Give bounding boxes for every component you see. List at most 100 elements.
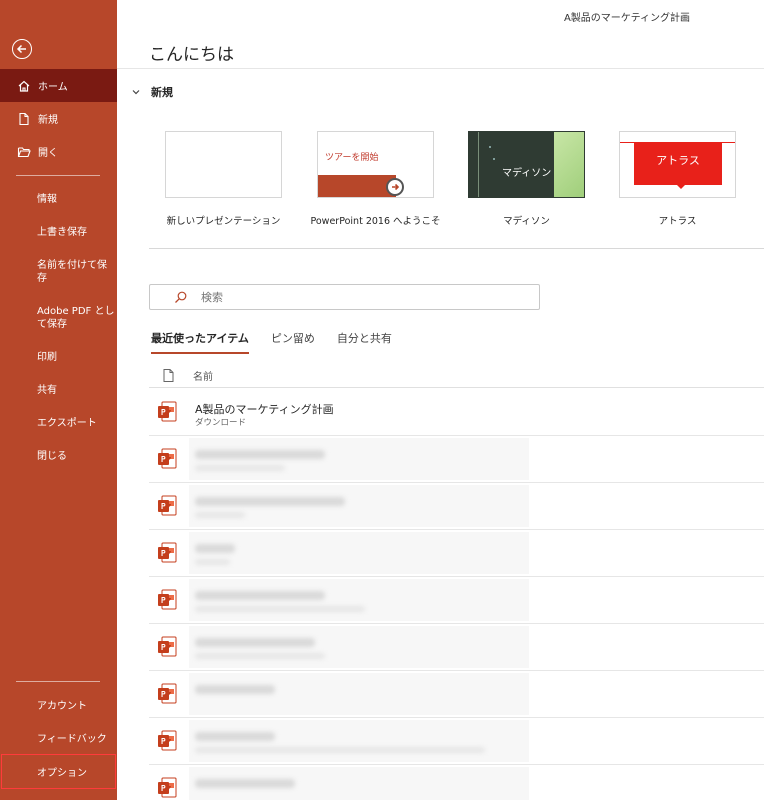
file-type-icon [163,369,174,382]
file-row[interactable] [149,577,764,624]
nav-divider-top [16,175,100,176]
folder-open-icon [17,145,31,159]
search-input[interactable] [201,290,501,304]
file-row[interactable] [149,718,764,765]
tab-pinned[interactable]: ピン留め [271,330,315,354]
madison-bar [478,132,479,197]
template-welcome[interactable]: ツアーを開始 PowerPoint 2016 へようこそ [310,131,441,227]
madison-dot [493,158,495,160]
back-arrow-icon [16,44,26,54]
powerpoint-file-icon [157,542,177,564]
powerpoint-file-icon [157,730,177,752]
obscured-area [189,532,529,574]
nav-feedback[interactable]: フィードバック [0,721,117,754]
nav-new[interactable]: 新規 [0,102,117,135]
madison-dot [489,146,491,148]
tab-recent[interactable]: 最近使ったアイテム [151,330,249,354]
new-section-label: 新規 [151,86,173,99]
file-list-header: 名前 [149,364,764,388]
blurred-file-location [195,512,245,518]
tour-band [318,175,396,197]
nav-close[interactable]: 閉じる [0,438,117,471]
obscured-area [189,720,529,762]
nav-home-label: ホーム [38,82,68,93]
file-row[interactable] [149,436,764,483]
file-row[interactable] [149,530,764,577]
blurred-file-name [195,497,345,506]
document-title: A製品のマーケティング計画 [563,13,690,24]
nav-feedback-label: フィードバック [37,734,107,745]
nav-print-label: 印刷 [37,352,57,363]
nav-save[interactable]: 上書き保存 [0,214,117,247]
obscured-area [189,579,529,621]
blurred-file-name [195,732,275,741]
arrow-right-icon [386,178,404,196]
home-icon [17,79,31,93]
backstage-main: A製品のマーケティング計画 こんにちは 新規 新しいプレゼンテーション ツアーを… [117,0,764,800]
blurred-file-location [195,747,485,753]
file-location: ダウンロード [195,418,247,428]
file-row[interactable] [149,671,764,718]
nav-share[interactable]: 共有 [0,372,117,405]
file-row[interactable] [149,483,764,530]
nav-options-label: オプション [37,768,87,779]
blurred-file-name [195,685,275,694]
file-row[interactable] [149,765,764,800]
template-caption: PowerPoint 2016 へようこそ [310,216,441,227]
obscured-area [189,438,529,480]
nav-save-as[interactable]: 名前を付けて保 存 [0,259,117,285]
greeting-heading: こんにちは [149,45,234,65]
blurred-file-location [195,559,230,565]
template-atlas[interactable]: アトラス アトラス [619,131,736,227]
search-icon [175,291,187,303]
file-row[interactable] [149,624,764,671]
nav-info[interactable]: 情報 [0,181,117,214]
search-box[interactable] [149,284,540,310]
nav-save-label: 上書き保存 [37,227,87,238]
new-section-toggle[interactable]: 新規 [131,84,173,100]
obscured-area [189,485,529,527]
atlas-thumb-text: アトラス [656,154,700,167]
template-madison[interactable]: マディソン マディソン [468,131,585,227]
nav-export[interactable]: エクスポート [0,405,117,438]
obscured-area [189,673,529,715]
template-madison-thumb: マディソン [468,131,585,198]
column-name[interactable]: 名前 [193,368,213,383]
back-button[interactable] [12,39,32,59]
section-divider [149,248,764,249]
powerpoint-file-icon [157,495,177,517]
nav-close-label: 閉じる [37,451,67,462]
blurred-file-name [195,779,295,788]
file-tabs: 最近使ったアイテム ピン留め 自分と共有 [151,330,414,354]
header-divider [117,68,764,69]
nav-home[interactable]: ホーム [0,69,117,102]
nav-print[interactable]: 印刷 [0,339,117,372]
nav-account[interactable]: アカウント [0,688,117,721]
tab-shared[interactable]: 自分と共有 [337,330,392,354]
madison-green-panel [554,132,584,197]
template-blank-thumb [165,131,282,198]
powerpoint-file-icon [157,777,177,799]
blurred-file-name [195,544,235,553]
blurred-file-name [195,450,325,459]
nav-save-as-pdf[interactable]: Adobe PDF とし て保存 [0,305,117,331]
nav-share-label: 共有 [37,385,57,396]
atlas-red-block: アトラス [634,142,722,185]
blurred-file-name [195,638,315,647]
nav-info-label: 情報 [37,194,57,205]
template-caption: アトラス [658,216,697,227]
tour-text: ツアーを開始 [325,153,379,163]
nav-options[interactable]: オプション [0,755,117,788]
nav-new-label: 新規 [38,115,58,126]
powerpoint-file-icon [157,636,177,658]
nav-divider-bottom [16,681,100,682]
template-blank[interactable]: 新しいプレゼンテーション [165,131,282,227]
template-atlas-thumb: アトラス [619,131,736,198]
file-name: A製品のマーケティング計画 [195,403,334,416]
file-row[interactable]: A製品のマーケティング計画 ダウンロード [149,389,764,436]
template-welcome-thumb: ツアーを開始 [317,131,434,198]
blurred-file-location [195,653,325,659]
nav-open-label: 開く [38,148,58,159]
nav-open[interactable]: 開く [0,135,117,168]
nav-account-label: アカウント [37,701,87,712]
